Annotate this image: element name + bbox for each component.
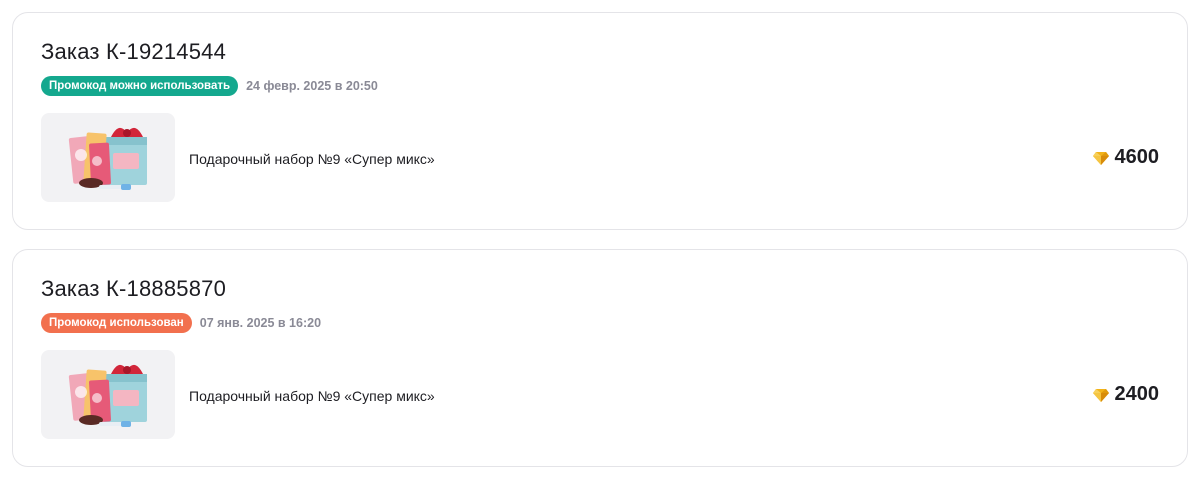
- gem-icon: [1092, 151, 1109, 165]
- order-meta: Промокод можно использовать 24 февр. 202…: [41, 76, 378, 96]
- price-value: 2400: [1114, 383, 1160, 405]
- gift-set-image: [68, 364, 147, 427]
- product-name[interactable]: Подарочный набор №9 «Супер микс»: [189, 388, 435, 404]
- order-date: 07 янв. 2025 в 16:20: [199, 316, 322, 330]
- order-card[interactable]: Заказ К-18885870 Промокод использован 07…: [12, 249, 1188, 467]
- order-title: Заказ К-19214544: [41, 39, 227, 64]
- promo-status-badge: Промокод использован: [41, 313, 192, 333]
- order-title: Заказ К-18885870: [41, 276, 227, 301]
- gift-set-image: [68, 127, 147, 190]
- product-image[interactable]: [41, 113, 175, 202]
- order-meta: Промокод использован 07 янв. 2025 в 16:2…: [41, 313, 321, 333]
- order-card[interactable]: Заказ К-19214544 Промокод можно использо…: [12, 12, 1188, 230]
- order-date: 24 февр. 2025 в 20:50: [246, 79, 378, 93]
- promo-status-badge: Промокод можно использовать: [41, 76, 239, 96]
- product-image[interactable]: [41, 350, 175, 439]
- order-price: 2400: [1092, 383, 1160, 406]
- price-value: 4600: [1114, 146, 1160, 168]
- gem-icon: [1092, 388, 1109, 402]
- order-price: 4600: [1092, 146, 1160, 169]
- product-name[interactable]: Подарочный набор №9 «Супер микс»: [189, 151, 435, 167]
